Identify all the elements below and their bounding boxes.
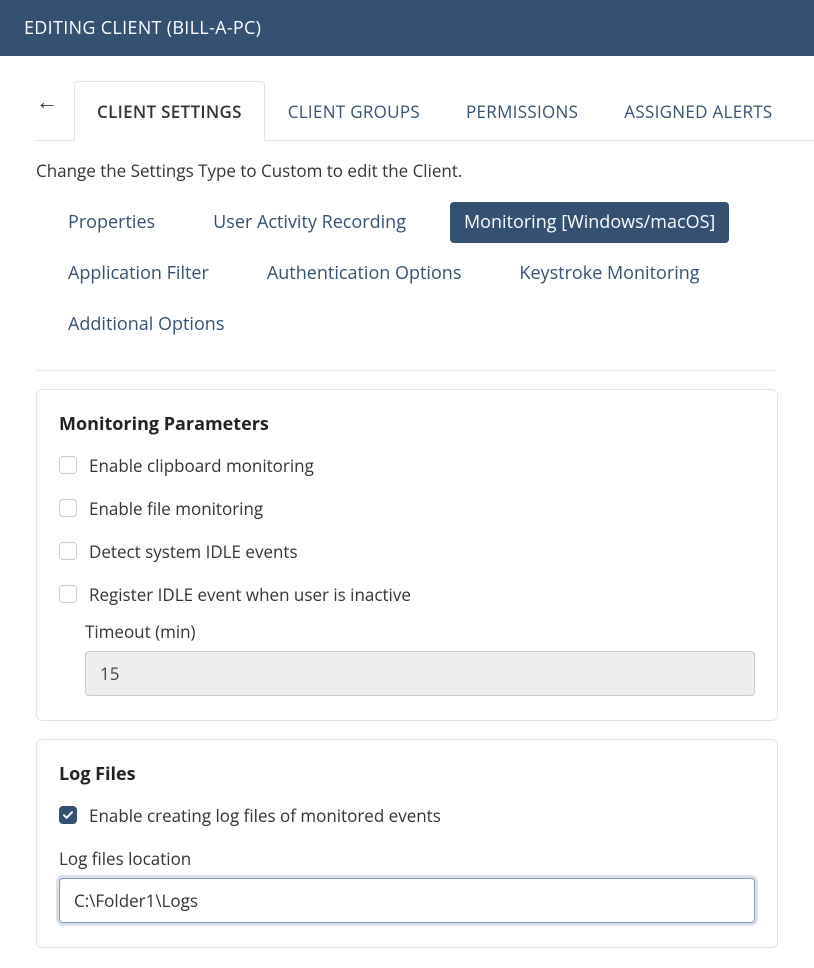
log-location-group: Log files location (59, 847, 755, 923)
check-icon (62, 809, 74, 821)
subtab-keystroke-monitoring[interactable]: Keystroke Monitoring (505, 253, 713, 294)
sub-tabs: Properties User Activity Recording Monit… (54, 202, 778, 346)
tab-label: CLIENT SETTINGS (97, 100, 242, 123)
label-enable-log-files: Enable creating log files of monitored e… (89, 804, 441, 827)
top-tabs-container: ← CLIENT SETTINGS CLIENT GROUPS PERMISSI… (36, 80, 814, 141)
label-enable-clipboard: Enable clipboard monitoring (89, 454, 314, 477)
tab-label: PERMISSIONS (466, 100, 578, 123)
subtab-label: Monitoring [Windows/macOS] (464, 210, 715, 234)
subtab-user-activity-recording[interactable]: User Activity Recording (199, 202, 420, 243)
log-files-panel: Log Files Enable creating log files of m… (36, 739, 778, 948)
settings-type-hint: Change the Settings Type to Custom to ed… (36, 159, 814, 182)
timeout-input[interactable] (85, 651, 755, 696)
tab-assigned-alerts[interactable]: ASSIGNED ALERTS (601, 81, 795, 141)
subtab-label: Properties (68, 210, 155, 234)
tab-label: CLIENT GROUPS (288, 100, 420, 123)
back-arrow-icon[interactable]: ← (36, 86, 58, 134)
label-detect-idle: Detect system IDLE events (89, 540, 298, 563)
subtab-label: Authentication Options (267, 261, 462, 285)
subtab-label: User Activity Recording (213, 210, 406, 234)
top-tabs: CLIENT SETTINGS CLIENT GROUPS PERMISSION… (74, 80, 796, 140)
log-files-heading: Log Files (59, 762, 755, 786)
checkbox-enable-clipboard[interactable] (59, 456, 77, 474)
subtab-authentication-options[interactable]: Authentication Options (253, 253, 476, 294)
checkbox-detect-idle[interactable] (59, 542, 77, 560)
row-enable-clipboard: Enable clipboard monitoring (59, 454, 755, 477)
label-enable-file: Enable file monitoring (89, 497, 263, 520)
monitoring-parameters-heading: Monitoring Parameters (59, 412, 755, 436)
row-register-idle: Register IDLE event when user is inactiv… (59, 583, 755, 606)
monitoring-parameters-panel: Monitoring Parameters Enable clipboard m… (36, 389, 778, 721)
log-location-label: Log files location (59, 847, 755, 870)
page-title: EDITING CLIENT (BILL-A-PC) (24, 16, 261, 40)
log-location-input[interactable] (59, 878, 755, 923)
row-detect-idle: Detect system IDLE events (59, 540, 755, 563)
subtab-label: Keystroke Monitoring (519, 261, 699, 285)
timeout-group: Timeout (min) (85, 620, 755, 696)
checkbox-enable-log-files[interactable] (59, 806, 77, 824)
timeout-label: Timeout (min) (85, 620, 755, 643)
checkbox-register-idle[interactable] (59, 585, 77, 603)
row-enable-file: Enable file monitoring (59, 497, 755, 520)
subtab-application-filter[interactable]: Application Filter (54, 253, 223, 294)
sub-tabs-container: Properties User Activity Recording Monit… (36, 202, 778, 371)
content-area: ← CLIENT SETTINGS CLIENT GROUPS PERMISSI… (0, 80, 814, 968)
subtab-properties[interactable]: Properties (54, 202, 169, 243)
page-header: EDITING CLIENT (BILL-A-PC) (0, 0, 814, 56)
row-enable-log-files: Enable creating log files of monitored e… (59, 804, 755, 827)
tab-label: ASSIGNED ALERTS (624, 100, 772, 123)
tab-permissions[interactable]: PERMISSIONS (443, 81, 601, 141)
subtab-monitoring[interactable]: Monitoring [Windows/macOS] (450, 202, 729, 243)
tab-client-groups[interactable]: CLIENT GROUPS (265, 81, 443, 141)
subtab-label: Additional Options (68, 312, 224, 336)
tab-client-settings[interactable]: CLIENT SETTINGS (74, 81, 265, 141)
subtab-additional-options[interactable]: Additional Options (54, 304, 238, 345)
label-register-idle: Register IDLE event when user is inactiv… (89, 583, 411, 606)
subtab-label: Application Filter (68, 261, 209, 285)
checkbox-enable-file[interactable] (59, 499, 77, 517)
